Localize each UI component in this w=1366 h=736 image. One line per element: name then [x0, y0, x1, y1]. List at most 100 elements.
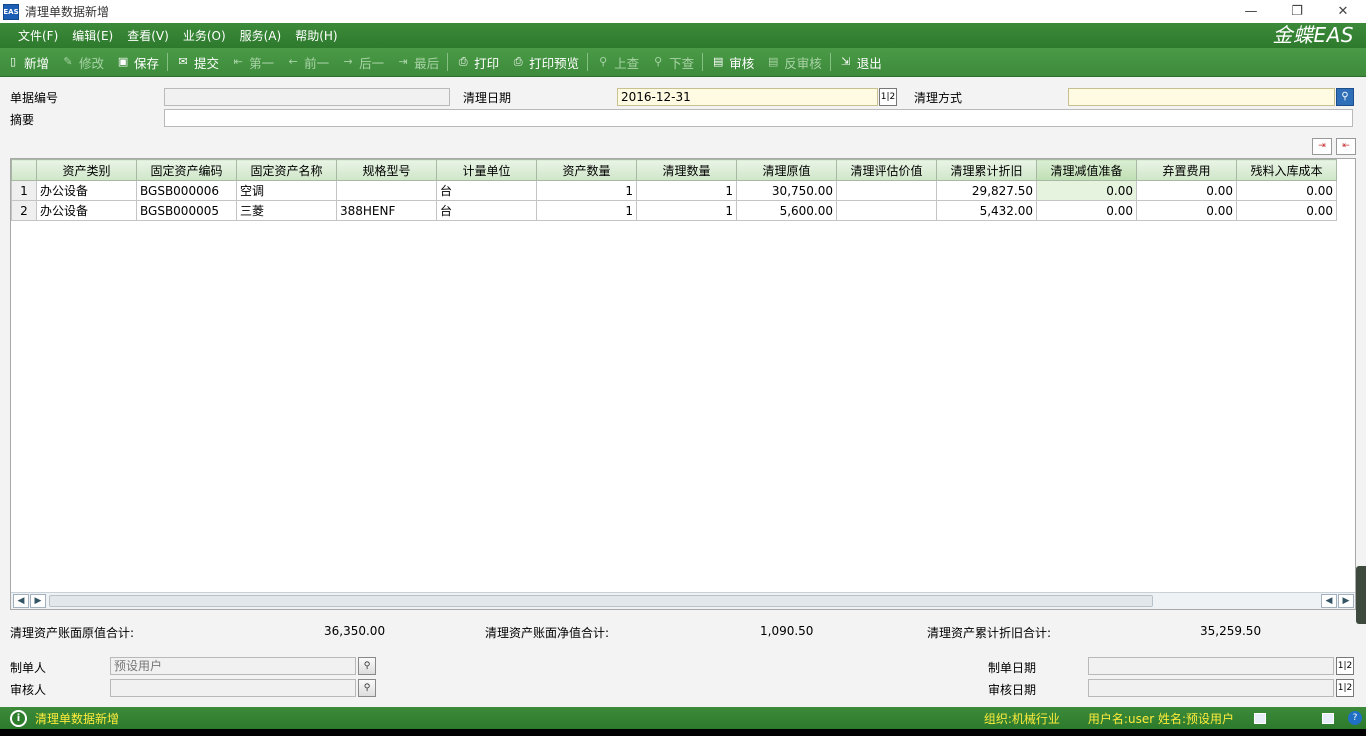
- column-header[interactable]: 清理数量: [636, 159, 737, 181]
- menu-service[interactable]: 服务(A): [233, 27, 289, 44]
- audit-date-label: 审核日期: [988, 683, 1037, 697]
- calculator-icon[interactable]: [1322, 712, 1334, 724]
- audit-date-field[interactable]: [1088, 679, 1334, 697]
- column-header[interactable]: 资产数量: [536, 159, 637, 181]
- table-cell[interactable]: BGSB000005: [136, 200, 237, 221]
- column-header[interactable]: 弃置费用: [1136, 159, 1237, 181]
- table-cell[interactable]: 0.00: [1036, 180, 1137, 201]
- table-cell[interactable]: [836, 180, 937, 201]
- printer-icon: ⎙: [458, 55, 468, 68]
- table-cell[interactable]: [836, 200, 937, 221]
- last-button[interactable]: ⇥ 最后: [390, 50, 445, 74]
- table-cell[interactable]: 台: [436, 180, 537, 201]
- calendar-icon[interactable]: 1|2: [1336, 657, 1354, 675]
- search-icon[interactable]: ⚲: [358, 657, 376, 675]
- creator-field[interactable]: 预设用户: [110, 657, 356, 675]
- table-cell[interactable]: 0.00: [1236, 200, 1337, 221]
- clear-method-field[interactable]: [1068, 88, 1335, 106]
- bill-no-field[interactable]: [164, 88, 450, 106]
- table-cell[interactable]: 388HENF: [336, 200, 437, 221]
- search-icon[interactable]: ⚲: [358, 679, 376, 697]
- menu-view[interactable]: 查看(V): [120, 27, 176, 44]
- scroll-right-icon[interactable]: ▶: [30, 594, 46, 608]
- column-header[interactable]: 清理累计折旧: [936, 159, 1037, 181]
- column-header[interactable]: 计量单位: [436, 159, 537, 181]
- toolbar-divider: [587, 53, 589, 71]
- exit-button[interactable]: ⇲ 退出: [833, 50, 888, 74]
- table-cell[interactable]: 5,432.00: [936, 200, 1037, 221]
- table-cell[interactable]: 台: [436, 200, 537, 221]
- prev-button[interactable]: ← 前一: [280, 50, 335, 74]
- scroll-thumb[interactable]: [49, 595, 1153, 607]
- help-icon[interactable]: ?: [1348, 711, 1362, 725]
- scroll-left-icon[interactable]: ◀: [13, 594, 29, 608]
- table-cell[interactable]: 办公设备: [36, 180, 137, 201]
- column-header[interactable]: 资产类别: [36, 159, 137, 181]
- column-header[interactable]: 规格型号: [336, 159, 437, 181]
- table-cell[interactable]: 30,750.00: [736, 180, 837, 201]
- exit-icon: ⇲: [841, 55, 851, 68]
- table-row[interactable]: 1 办公设备 BGSB000006 空调 台 1 1 30,750.00 29,…: [11, 180, 1337, 201]
- table-cell[interactable]: 29,827.50: [936, 180, 1037, 201]
- unaudit-button[interactable]: ▤ 反审核: [760, 50, 828, 74]
- table-cell[interactable]: [336, 180, 437, 201]
- table-cell[interactable]: 办公设备: [36, 200, 137, 221]
- table-cell[interactable]: BGSB000006: [136, 180, 237, 201]
- table-cell[interactable]: 1: [536, 200, 637, 221]
- status-user: 用户名:user 姓名:预设用户: [1087, 711, 1234, 726]
- create-date-field[interactable]: [1088, 657, 1334, 675]
- depr-total-label: 清理资产累计折旧合计:: [927, 626, 1052, 640]
- table-cell[interactable]: 0.00: [1236, 180, 1337, 201]
- column-header[interactable]: 清理原值: [736, 159, 837, 181]
- menu-business[interactable]: 业务(O): [176, 27, 233, 44]
- menu-edit[interactable]: 编辑(E): [65, 27, 120, 44]
- scroll-left-icon[interactable]: ◀: [1321, 594, 1337, 608]
- restore-button[interactable]: ❐: [1274, 0, 1320, 23]
- column-header[interactable]: 固定资产名称: [236, 159, 337, 181]
- new-button[interactable]: ▯ 新增: [0, 50, 55, 74]
- table-cell[interactable]: 空调: [236, 180, 337, 201]
- table-cell[interactable]: 1: [636, 180, 737, 201]
- table-cell[interactable]: 1: [636, 200, 737, 221]
- print-preview-icon: ⎙: [513, 55, 523, 68]
- column-header[interactable]: 清理评估价值: [836, 159, 937, 181]
- column-header[interactable]: 残料入库成本: [1236, 159, 1337, 181]
- print-button[interactable]: ⎙ 打印: [450, 50, 505, 74]
- table-cell[interactable]: 1: [536, 180, 637, 201]
- close-button[interactable]: ✕: [1320, 0, 1366, 23]
- table-cell[interactable]: 5,600.00: [736, 200, 837, 221]
- save-button[interactable]: ▣ 保存: [110, 50, 165, 74]
- horizontal-scrollbar[interactable]: ◀ ▶ ◀ ▶: [11, 592, 1355, 609]
- first-button[interactable]: ⇤ 第一: [225, 50, 280, 74]
- table-cell[interactable]: 0.00: [1136, 180, 1237, 201]
- side-panel-handle[interactable]: [1356, 566, 1366, 624]
- summary-field[interactable]: [164, 109, 1353, 127]
- menu-help[interactable]: 帮助(H): [288, 27, 344, 44]
- submit-button[interactable]: ✉ 提交: [170, 50, 225, 74]
- down-query-button[interactable]: ⚲ 下查: [645, 50, 700, 74]
- calendar-icon[interactable]: 1|2: [1336, 679, 1354, 697]
- clear-method-label: 清理方式: [914, 91, 963, 105]
- lookup-icon[interactable]: ⚲: [1336, 88, 1354, 106]
- calendar-icon[interactable]: 1|2: [879, 88, 897, 106]
- audit-icon: ▤: [712, 55, 724, 68]
- up-query-button[interactable]: ⚲ 上查: [590, 50, 645, 74]
- menu-file[interactable]: 文件(F): [11, 27, 65, 44]
- clear-date-field[interactable]: 2016-12-31: [617, 88, 878, 106]
- table-cell[interactable]: 0.00: [1136, 200, 1237, 221]
- notes-icon[interactable]: [1254, 712, 1266, 724]
- modify-button[interactable]: ✎ 修改: [55, 50, 110, 74]
- delete-row-icon[interactable]: ⇤: [1336, 138, 1356, 155]
- print-preview-button[interactable]: ⎙ 打印预览: [505, 50, 585, 74]
- insert-row-icon[interactable]: ⇥: [1312, 138, 1332, 155]
- minimize-button[interactable]: —: [1228, 0, 1274, 23]
- column-header[interactable]: 清理减值准备: [1036, 159, 1137, 181]
- audit-button[interactable]: ▤ 审核: [705, 50, 760, 74]
- next-button[interactable]: → 后一: [335, 50, 390, 74]
- table-row[interactable]: 2 办公设备 BGSB000005 三菱 388HENF 台 1 1 5,600…: [11, 200, 1337, 221]
- auditor-field[interactable]: [110, 679, 356, 697]
- table-cell[interactable]: 0.00: [1036, 200, 1137, 221]
- scroll-right-icon[interactable]: ▶: [1338, 594, 1354, 608]
- column-header[interactable]: 固定资产编码: [136, 159, 237, 181]
- table-cell[interactable]: 三菱: [236, 200, 337, 221]
